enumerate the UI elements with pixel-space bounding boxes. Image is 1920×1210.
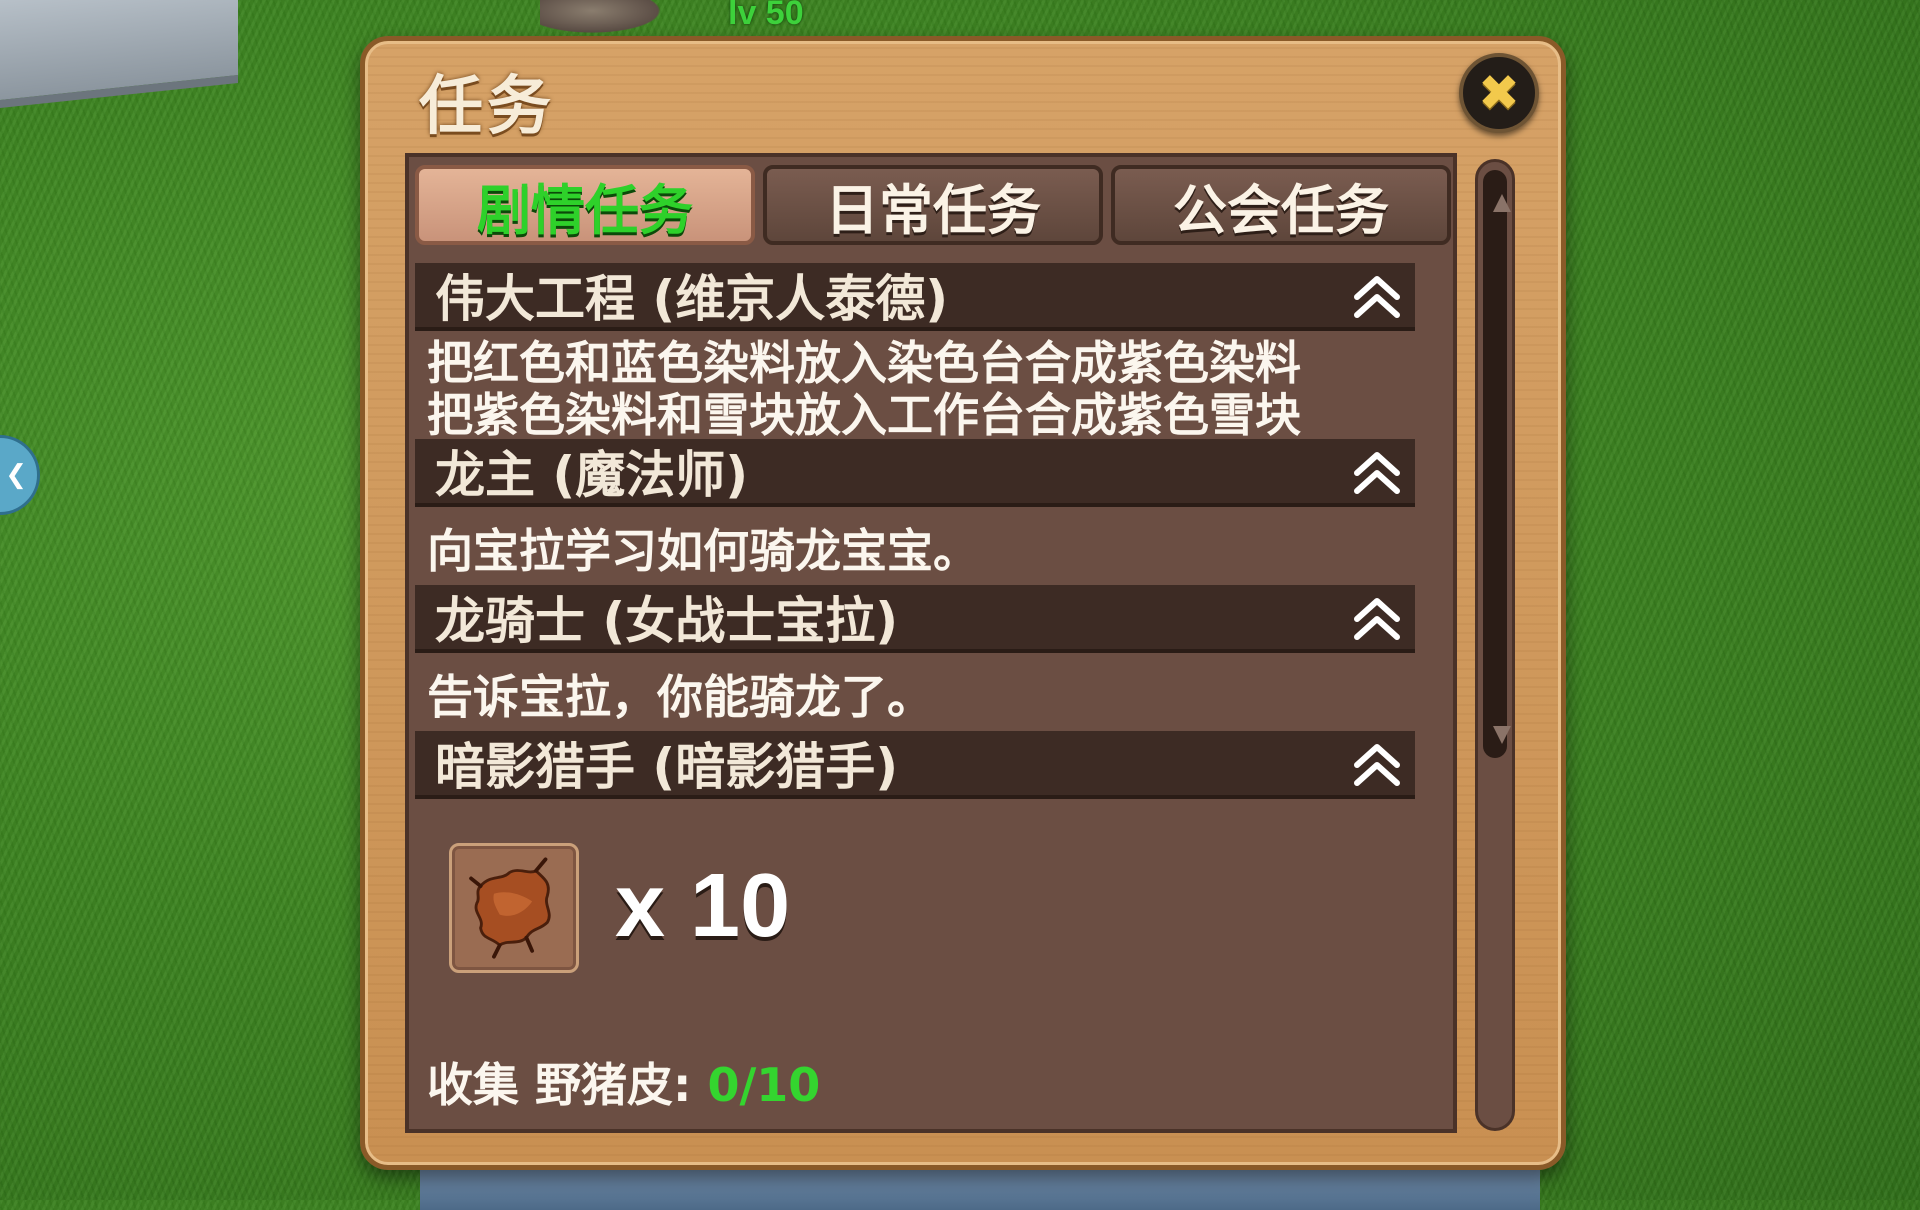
quest-description-line: 告诉宝拉，你能骑龙了。 [427, 670, 933, 724]
boar-hide-icon [469, 857, 551, 959]
quest-description-line: 把红色和蓝色染料放入染色台合成紫色染料 [427, 336, 1301, 390]
quest-title: 暗影猎手 (暗影猎手) [435, 738, 899, 796]
quest-panel: 剧情任务 日常任务 公会任务 伟大工程 (维京人泰德) 把红色和蓝色染料放入染色… [405, 153, 1457, 1133]
quest-description: 告诉宝拉，你能骑龙了。 [415, 653, 1415, 731]
dialog-title: 任务 [419, 69, 555, 144]
quest-header[interactable]: 伟大工程 (维京人泰德) [415, 263, 1415, 331]
side-panel-toggle-button[interactable]: ❮ [0, 435, 40, 515]
quest-description-line: 向宝拉学习如何骑龙宝宝。 [427, 524, 979, 578]
scenery-water-edge [420, 1170, 1540, 1210]
quest-reward: x 10 [415, 799, 1415, 1029]
quest-dialog: 任务 ✖ 剧情任务 日常任务 公会任务 伟大工程 (维京人泰德) 把红色和蓝色染… [360, 36, 1566, 1170]
objective-label: 收集 野猪皮: [427, 1058, 708, 1112]
quest-list-scrollbar[interactable] [1475, 159, 1515, 1131]
reward-quantity: x 10 [615, 856, 791, 956]
collapse-chevron-icon[interactable] [1349, 737, 1405, 793]
quest-description: 向宝拉学习如何骑龙宝宝。 [415, 507, 1415, 585]
tab-story-quests[interactable]: 剧情任务 [415, 165, 755, 245]
scenery-stone-block [0, 0, 238, 108]
quest-objective: 收集 野猪皮: 0/10 [415, 1049, 1415, 1115]
quest-title: 龙主 (魔法师) [435, 446, 749, 504]
collapse-chevron-icon[interactable] [1349, 591, 1405, 647]
quest-title: 伟大工程 (维京人泰德) [435, 270, 949, 328]
scrollbar-thumb[interactable] [1483, 170, 1511, 758]
tab-guild-quests[interactable]: 公会任务 [1111, 165, 1451, 245]
quest-list: 伟大工程 (维京人泰德) 把红色和蓝色染料放入染色台合成紫色染料 把紫色染料和雪… [415, 263, 1415, 1133]
quest-header[interactable]: 龙骑士 (女战士宝拉) [415, 585, 1415, 653]
player-level-label: lv 50 [728, 0, 804, 32]
quest-header[interactable]: 龙主 (魔法师) [415, 439, 1415, 507]
tab-daily-quests[interactable]: 日常任务 [763, 165, 1103, 245]
reward-item-slot[interactable] [449, 843, 579, 973]
close-button[interactable]: ✖ [1459, 53, 1539, 133]
chevron-left-icon: ❮ [5, 460, 27, 490]
player-character [540, 0, 670, 36]
quest-title: 龙骑士 (女战士宝拉) [435, 592, 899, 650]
quest-header[interactable]: 暗影猎手 (暗影猎手) [415, 731, 1415, 799]
quest-tabs: 剧情任务 日常任务 公会任务 [409, 165, 1453, 249]
collapse-chevron-icon[interactable] [1349, 445, 1405, 501]
scroll-up-arrow-icon[interactable] [1493, 194, 1511, 212]
close-x-icon: ✖ [1478, 64, 1520, 122]
scroll-down-arrow-icon[interactable] [1493, 726, 1511, 744]
objective-progress: 0/10 [707, 1058, 821, 1112]
collapse-chevron-icon[interactable] [1349, 269, 1405, 325]
next-quest-header-partial[interactable] [415, 1129, 1415, 1133]
quest-description-line: 把紫色染料和雪块放入工作台合成紫色雪块 [427, 388, 1301, 442]
quest-description: 把红色和蓝色染料放入染色台合成紫色染料 把紫色染料和雪块放入工作台合成紫色雪块 [415, 331, 1415, 442]
